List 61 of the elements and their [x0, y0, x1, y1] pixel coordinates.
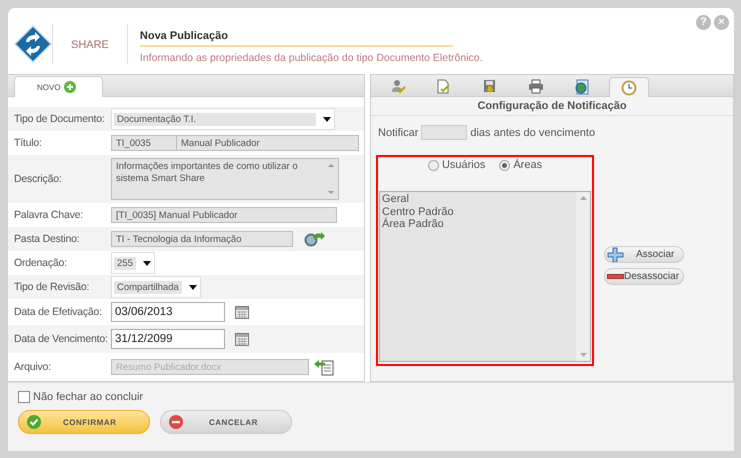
- associate-button[interactable]: Associar: [604, 246, 684, 263]
- select-field[interactable]: Documentação T.I.: [111, 108, 335, 130]
- days-field[interactable]: [421, 125, 468, 140]
- checkbox[interactable]: Não fechar ao concluir: [18, 391, 144, 403]
- select-field[interactable]: 255: [111, 252, 155, 274]
- field-label: Palavra Chave:: [14, 209, 84, 221]
- field-label: Arquivo:: [14, 361, 52, 373]
- minus-circle-icon: [169, 415, 183, 429]
- tab-label: NOVO: [37, 82, 61, 92]
- clock-icon: [621, 80, 638, 96]
- field-label: Título:: [14, 137, 43, 149]
- scrollbar-icon: [327, 161, 335, 197]
- section-heading: Configuração de Notificação: [371, 97, 733, 116]
- globe-document-icon: [574, 79, 590, 95]
- field-label: Data de Efetivação:: [14, 306, 103, 318]
- calendar-icon[interactable]: [235, 306, 249, 318]
- file-field: Resumo Publicador.docx: [111, 359, 309, 375]
- field-label: Descrição:: [14, 173, 63, 185]
- printer-icon: [528, 79, 544, 95]
- search-arrow-icon[interactable]: [303, 231, 325, 247]
- radio-option[interactable]: Áreas: [499, 158, 542, 172]
- dissociate-button[interactable]: Desassociar: [604, 268, 684, 285]
- check-icon: [27, 415, 41, 429]
- tab[interactable]: NOVO: [14, 76, 103, 97]
- notify-label: dias antes do vencimento: [470, 126, 596, 138]
- field-label: Tipo de Revisão:: [14, 281, 90, 293]
- list-box[interactable]: Geral Centro Padrão Área Padrão: [379, 191, 592, 362]
- code-field: TI_0035: [111, 135, 177, 151]
- field-label: Pasta Destino:: [14, 233, 80, 245]
- cancel-button[interactable]: CANCELAR: [160, 410, 292, 434]
- description-field: Informações importantes de como utilizar o sistema Smart Share: [111, 158, 339, 200]
- field-label: Ordenação:: [14, 257, 68, 269]
- folder-field: TI - Tecnologia da Informação: [111, 231, 293, 247]
- field-label: Data de Vencimento:: [14, 333, 109, 345]
- plus-icon: [64, 81, 76, 93]
- list-item[interactable]: Centro Padrão: [382, 206, 454, 218]
- plus-icon: [607, 247, 624, 262]
- tab[interactable]: [609, 77, 650, 97]
- radio-option[interactable]: Usuários: [428, 158, 486, 172]
- date-field[interactable]: 31/12/2099: [111, 329, 225, 349]
- confirm-button[interactable]: CONFIRMAR: [18, 410, 150, 434]
- list-item[interactable]: Área Padrão: [382, 218, 444, 230]
- user-check-icon: [390, 79, 406, 95]
- list-item[interactable]: Geral: [382, 193, 409, 206]
- logo-icon: [14, 25, 52, 63]
- brand-name: SHARE: [71, 39, 109, 51]
- minus-icon: [607, 274, 624, 279]
- dialog-subtitle: Informando as propriedades da publicação do tipo Documento Eletrônico.: [140, 52, 483, 64]
- notify-label: Notificar: [378, 126, 418, 138]
- caret-icon: [142, 258, 152, 268]
- keyword-field: [TI_0035] Manual Publicador: [111, 207, 337, 223]
- caret-icon: [322, 114, 332, 124]
- document-arrow-icon[interactable]: [313, 358, 335, 376]
- date-field[interactable]: 03/06/2013: [111, 302, 225, 322]
- field-label: Tipo de Documento:: [14, 113, 106, 125]
- document-check-icon: [436, 79, 452, 95]
- title-field: Manual Publicador: [177, 135, 359, 151]
- select-field[interactable]: Compartilhada: [111, 276, 201, 298]
- calendar-icon[interactable]: [235, 332, 249, 346]
- caret-icon: [188, 282, 198, 292]
- dialog-title: Nova Publicação: [140, 27, 453, 47]
